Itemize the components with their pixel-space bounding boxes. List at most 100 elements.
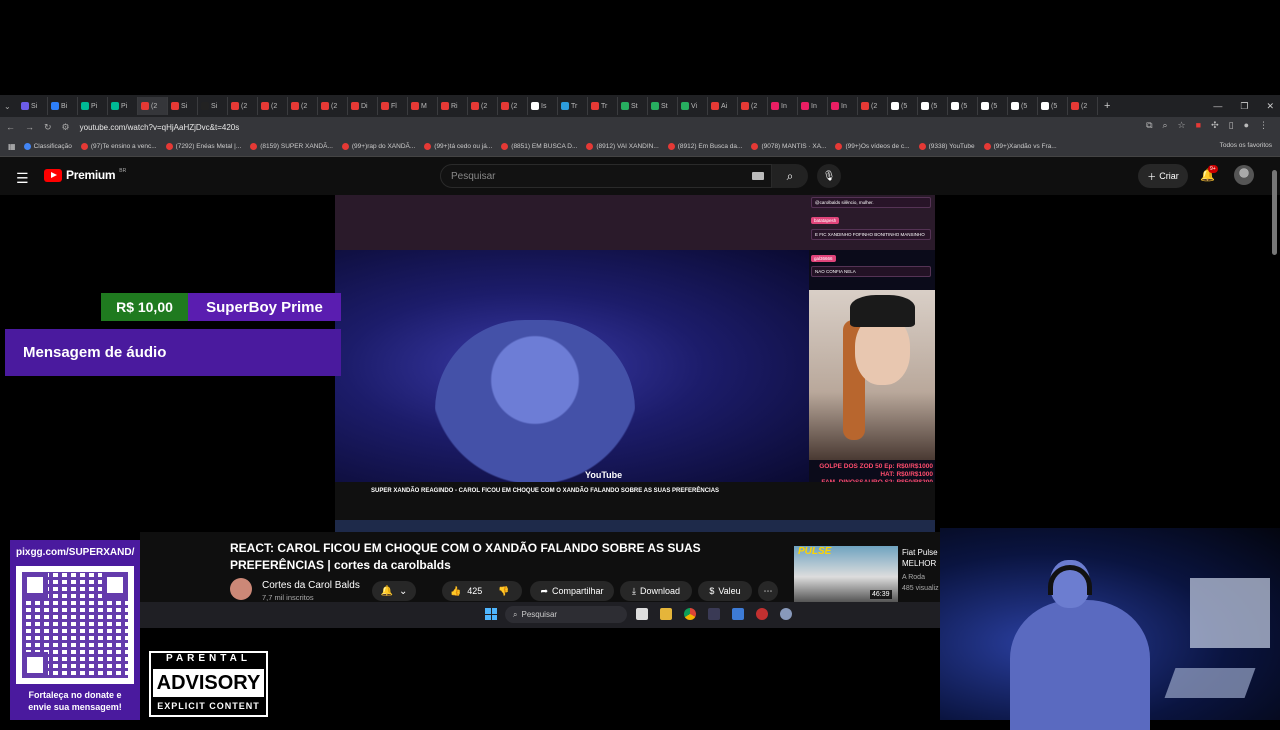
search-button[interactable]: ⌕ [772, 164, 808, 188]
bookmark-item[interactable]: (99+)Xandão vs Fra... [983, 143, 1057, 150]
browser-tab[interactable]: Fl [378, 97, 408, 115]
bookmark-item[interactable]: (9078) MANTIS · XA... [751, 143, 826, 150]
tab-favicon-icon [81, 102, 89, 110]
bookmark-item[interactable]: (99+)Os vídeos de c... [835, 143, 910, 150]
browser-menu-icon[interactable]: ⋮ [1259, 120, 1268, 131]
browser-tab[interactable]: M [408, 97, 438, 115]
taskbar-search[interactable]: ⌕ Pesquisar [505, 606, 627, 623]
close-icon[interactable]: ✕ [1266, 101, 1274, 112]
bookmark-item[interactable]: (99+)rap do XANDÃ... [341, 143, 415, 150]
app-icon[interactable] [732, 608, 744, 620]
bookmark-item[interactable]: (8912) Em Busca da... [667, 143, 742, 150]
obs-icon[interactable] [756, 608, 768, 620]
apps-grid-icon[interactable]: ▦ [8, 142, 16, 151]
subscription-bell-button[interactable]: 🔔 ⌄ [372, 581, 416, 601]
browser-tab[interactable]: (2 [138, 97, 168, 115]
browser-tab[interactable]: St [648, 97, 678, 115]
browser-tab[interactable]: (2 [288, 97, 318, 115]
task-view-icon[interactable] [636, 608, 648, 620]
browser-tab[interactable]: (2 [318, 97, 348, 115]
keyboard-icon[interactable] [752, 172, 764, 180]
browser-tab[interactable]: (2 [468, 97, 498, 115]
windows-start-icon[interactable] [485, 608, 497, 620]
forward-icon[interactable]: → [25, 122, 34, 132]
zoom-icon[interactable]: ⌕ [1163, 120, 1168, 131]
recommended-title[interactable]: Fiat Pulse MELHOR [902, 547, 942, 569]
browser-tab[interactable]: Si [168, 97, 198, 115]
bookmark-item[interactable]: Classificação [23, 143, 72, 150]
channel-avatar[interactable] [230, 578, 252, 600]
browser-tab[interactable]: (5 [948, 97, 978, 115]
browser-tab[interactable]: (5 [918, 97, 948, 115]
browser-tab[interactable]: (2 [1068, 97, 1098, 115]
tab-search-icon[interactable]: ⌄ [4, 102, 18, 111]
share-button[interactable]: ➦ Compartilhar [530, 581, 614, 601]
browser-tab[interactable]: In [768, 97, 798, 115]
recommended-channel-name: A Roda [902, 574, 925, 581]
browser-tab[interactable]: (2 [738, 97, 768, 115]
settings-icon[interactable] [780, 608, 792, 620]
browser-tab[interactable]: Tr [558, 97, 588, 115]
page-scrollbar[interactable] [1272, 170, 1277, 255]
bookmark-star-icon[interactable]: ☆ [1178, 120, 1186, 131]
url-field[interactable]: youtube.com/watch?v=qHjAaHZjDvc&t=420s [80, 123, 240, 132]
extension-icon[interactable]: ■ [1196, 120, 1201, 131]
browser-tab[interactable]: Bi [48, 97, 78, 115]
install-icon[interactable]: ⧉ [1146, 120, 1152, 131]
browser-tab[interactable]: Di [348, 97, 378, 115]
user-avatar[interactable] [1234, 165, 1254, 185]
chrome-icon[interactable] [684, 608, 696, 620]
channel-name[interactable]: Cortes da Carol Balds [262, 580, 360, 591]
steam-icon[interactable] [708, 608, 720, 620]
browser-tab[interactable]: Ai [708, 97, 738, 115]
browser-tab[interactable]: (2 [258, 97, 288, 115]
back-icon[interactable]: ← [6, 122, 15, 132]
browser-tab[interactable]: In [798, 97, 828, 115]
browser-tab[interactable]: (5 [978, 97, 1008, 115]
minimize-icon[interactable]: — [1213, 101, 1222, 111]
browser-tab[interactable]: Vi [678, 97, 708, 115]
bookmark-item[interactable]: (7292) Enéas Metal |... [165, 143, 241, 150]
browser-tab[interactable]: (2 [228, 97, 258, 115]
hamburger-menu-icon[interactable]: ☰ [16, 170, 29, 187]
create-button[interactable]: ＋ Criar [1138, 164, 1188, 188]
video-player[interactable]: YouTube @carolbalds silêncio, mulher. ba… [335, 195, 935, 532]
bookmark-item[interactable]: (8159) SUPER XANDÃ... [250, 143, 333, 150]
all-bookmarks-link[interactable]: Todos os favoritos [1220, 142, 1272, 149]
download-button[interactable]: ⤓ Download [620, 581, 692, 601]
more-actions-button[interactable]: ⋯ [758, 581, 778, 601]
extensions-puzzle-icon[interactable]: ✣ [1211, 120, 1219, 131]
file-explorer-icon[interactable] [660, 608, 672, 620]
browser-tab[interactable]: St [618, 97, 648, 115]
browser-tab[interactable]: (5 [1008, 97, 1038, 115]
browser-tab[interactable]: Tr [588, 97, 618, 115]
like-button[interactable]: 👍 425 👎 [442, 581, 522, 601]
thanks-button[interactable]: $ Valeu [698, 581, 752, 601]
browser-tab[interactable]: Pi [78, 97, 108, 115]
browser-tab[interactable]: (5 [888, 97, 918, 115]
youtube-logo[interactable]: Premium BR [44, 168, 126, 182]
browser-tab[interactable]: (5 [1038, 97, 1068, 115]
browser-tab[interactable]: Si [198, 97, 228, 115]
browser-tab[interactable]: (2 [858, 97, 888, 115]
browser-tab[interactable]: Pi [108, 97, 138, 115]
browser-tab[interactable]: In [828, 97, 858, 115]
bookmark-item[interactable]: (99+)tá cedo ou já... [424, 143, 492, 150]
browser-tab[interactable]: Ri [438, 97, 468, 115]
profile-icon[interactable]: ● [1244, 120, 1249, 131]
browser-tab[interactable]: Is [528, 97, 558, 115]
bookmark-item[interactable]: (8851) EM BUSCA D... [501, 143, 577, 150]
thumbs-down-icon[interactable]: 👎 [498, 586, 509, 597]
browser-tab[interactable]: Si [18, 97, 48, 115]
bookmark-item[interactable]: (97)Te ensino a venc... [80, 143, 157, 150]
bookmark-item[interactable]: (8912) VAI XANDIN... [586, 143, 659, 150]
maximize-icon[interactable]: ❐ [1240, 101, 1248, 112]
sidebar-icon[interactable]: ▯ [1229, 120, 1234, 131]
voice-search-button[interactable]: 🎙 [817, 164, 841, 188]
search-input[interactable]: Pesquisar [440, 164, 772, 188]
bookmark-item[interactable]: (9338) YouTube [918, 143, 975, 150]
site-info-icon[interactable]: ⚙ [62, 122, 70, 133]
new-tab-button[interactable]: + [1104, 100, 1110, 112]
reload-icon[interactable]: ↻ [44, 122, 52, 133]
browser-tab[interactable]: (2 [498, 97, 528, 115]
